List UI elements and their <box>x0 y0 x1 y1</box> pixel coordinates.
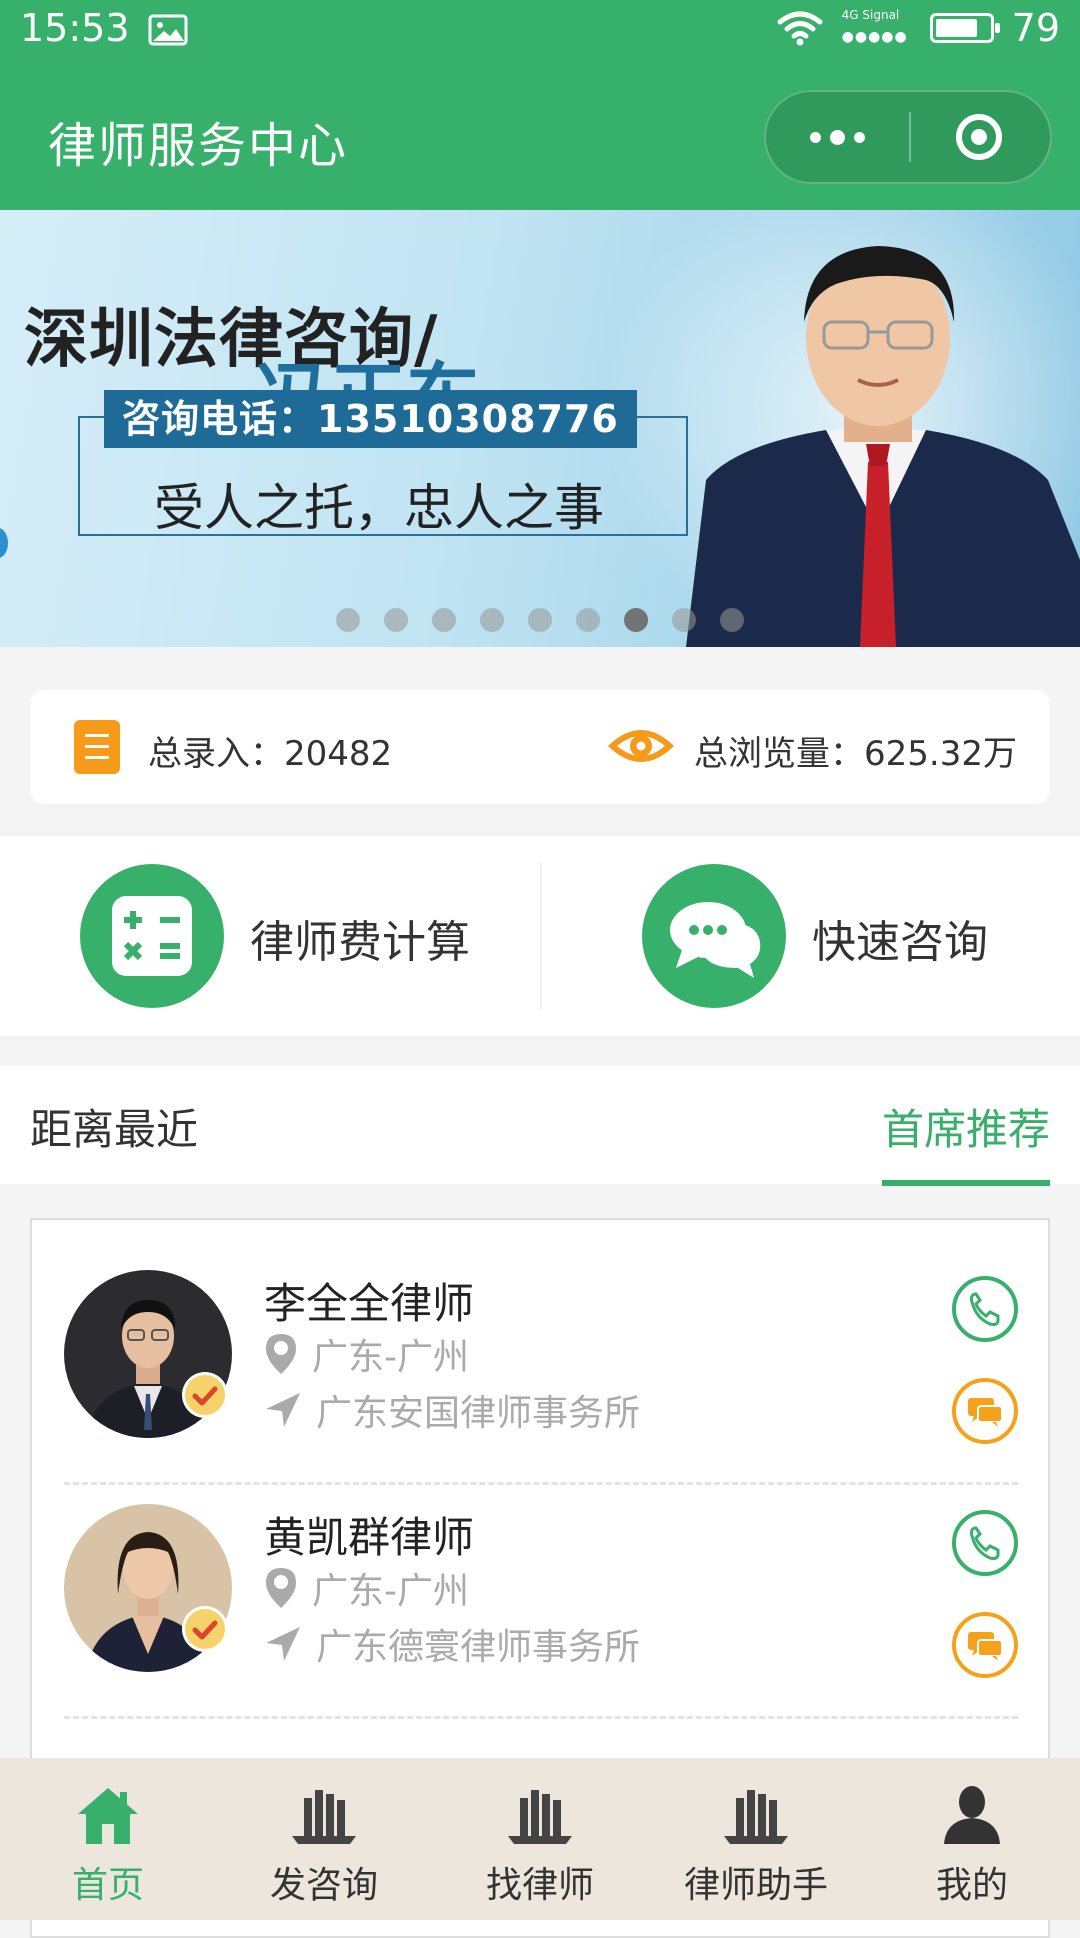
message-button[interactable] <box>952 1612 1018 1678</box>
calculator-icon <box>80 864 224 1008</box>
user-icon <box>944 1786 1000 1844</box>
call-button[interactable] <box>952 1276 1018 1342</box>
nav-find-lawyer[interactable]: 找律师 <box>432 1758 648 1920</box>
books-icon <box>292 1790 356 1844</box>
tab-recommended[interactable]: 首席推荐 <box>882 1096 1050 1157</box>
chat-icon <box>968 1632 1003 1661</box>
carousel-dot[interactable] <box>480 608 504 632</box>
books-icon <box>508 1790 572 1844</box>
battery-icon <box>929 13 1000 43</box>
home-icon <box>78 1788 138 1844</box>
lawyer-fee-calculator-label: 律师费计算 <box>250 917 470 968</box>
lawyer-list-tabs: 距离最近 首席推荐 <box>0 1066 1080 1186</box>
location-pin-icon <box>266 1334 296 1374</box>
list-item[interactable]: 黄凯群律师 广东-广州 广东德寰律师事务所 <box>32 1454 1048 1686</box>
chat-bubbles-icon <box>642 864 786 1008</box>
promo-banner[interactable]: 深圳法律咨询/冯正东 咨询电话：13510308776 受人之托，忠人之事 <box>0 210 1080 647</box>
tab-nearest[interactable]: 距离最近 <box>30 1096 198 1157</box>
books-icon <box>724 1790 788 1844</box>
navigation-arrow-icon <box>266 1393 300 1427</box>
navigation-arrow-icon <box>266 1627 300 1661</box>
more-menu-button[interactable] <box>766 92 909 182</box>
page-title: 律师服务中心 <box>48 118 349 174</box>
phone-icon <box>970 1526 1000 1560</box>
total-views: 总浏览量：625.32万 <box>694 734 1017 774</box>
nav-me[interactable]: 我的 <box>864 1758 1080 1920</box>
carousel-dot[interactable] <box>624 608 648 632</box>
nav-home[interactable]: 首页 <box>0 1758 216 1920</box>
wifi-icon <box>777 11 823 46</box>
list-item[interactable]: 李全全律师 广东-广州 广东安国律师事务所 <box>32 1220 1048 1452</box>
chat-icon <box>968 1398 1003 1427</box>
nav-lawyer-assistant[interactable]: 律师助手 <box>648 1758 864 1920</box>
document-icon <box>74 720 120 774</box>
lawyer-portrait-image <box>686 246 1080 647</box>
lawyer-name: 黄凯群律师 <box>264 1513 475 1562</box>
call-button[interactable] <box>952 1510 1018 1576</box>
verified-badge-icon <box>182 1372 228 1418</box>
top-bar: 15:53 4G Signal ●●●●● 79 律师服务中心 <box>0 0 1080 210</box>
lawyer-firm: 广东安国律师事务所 <box>264 1384 640 1436</box>
banner-headline: 深圳法律咨询/冯正东 <box>24 303 480 441</box>
carousel-dot[interactable] <box>336 608 360 632</box>
carousel-dot[interactable] <box>720 608 744 632</box>
carousel-dot[interactable] <box>576 608 600 632</box>
location-pin-icon <box>266 1568 296 1608</box>
stats-card: 总录入：20482 总浏览量：625.32万 <box>30 690 1050 804</box>
carousel-dot[interactable] <box>432 608 456 632</box>
status-time: 15:53 <box>20 6 130 50</box>
close-miniprogram-button[interactable] <box>956 114 1002 160</box>
battery-level: 79 <box>1011 6 1060 50</box>
banner-slogan: 受人之托，忠人之事 <box>154 479 604 537</box>
carousel-dot[interactable] <box>384 608 408 632</box>
quick-actions: 律师费计算 快速咨询 <box>0 836 1080 1036</box>
banner-phone: 咨询电话：13510308776 <box>104 390 637 448</box>
bottom-nav: 首页 发咨询 找律师 律师助手 我的 <box>0 1758 1080 1920</box>
verified-badge-icon <box>182 1606 228 1652</box>
active-tab-indicator <box>882 1180 1050 1186</box>
carousel-dot[interactable] <box>528 608 552 632</box>
lawyer-firm: 广东德寰律师事务所 <box>264 1618 640 1670</box>
message-button[interactable] <box>952 1378 1018 1444</box>
lawyer-name: 李全全律师 <box>264 1279 475 1328</box>
nav-post-consultation[interactable]: 发咨询 <box>216 1758 432 1920</box>
image-notification-icon <box>148 14 188 46</box>
carousel-indicator[interactable] <box>336 608 744 632</box>
eye-icon <box>608 730 674 762</box>
status-icons: 4G Signal ●●●●● 79 <box>776 6 1060 50</box>
total-entries: 总录入：20482 <box>148 734 393 774</box>
carousel-dot[interactable] <box>672 608 696 632</box>
quick-consult-label: 快速咨询 <box>812 917 988 968</box>
cell-signal-icon: 4G Signal ●●●●● <box>841 8 908 45</box>
phone-icon <box>970 1292 1000 1326</box>
lawyer-location: 广东-广州 <box>264 1562 469 1614</box>
miniprogram-capsule <box>764 90 1052 184</box>
lawyer-location: 广东-广州 <box>264 1328 469 1380</box>
